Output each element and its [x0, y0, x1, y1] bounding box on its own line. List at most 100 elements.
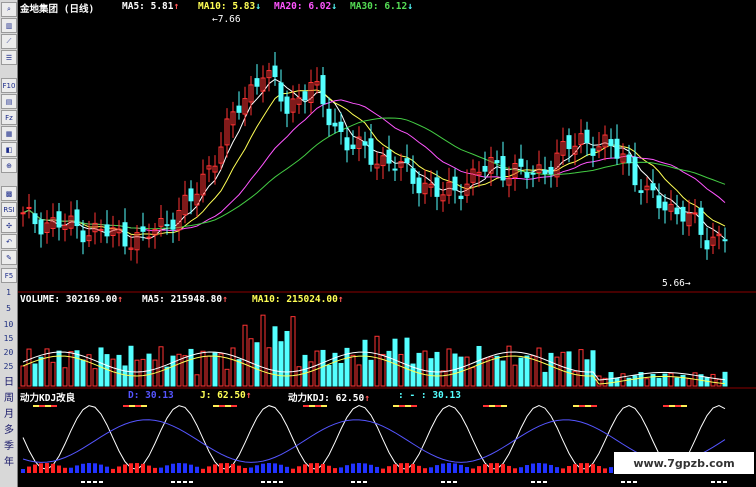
kdj-histogram-bar	[21, 469, 25, 473]
kdj-signal-strip	[129, 405, 135, 407]
candle-body	[278, 82, 284, 102]
undo-icon[interactable]: ↶	[1, 234, 17, 249]
volume-bar	[20, 365, 26, 387]
kdj-histogram-bar	[309, 463, 313, 473]
volume-label: VOLUME: 302169.00↑	[20, 294, 123, 305]
f5-icon[interactable]: F5	[1, 268, 17, 283]
kdj-histogram-bar	[207, 466, 211, 473]
ma5-line	[22, 78, 726, 240]
kdj-histogram-bar	[39, 463, 43, 473]
search-icon[interactable]: ⌕	[1, 2, 17, 17]
chart-canvas	[18, 51, 756, 483]
kdj-histogram-bar	[513, 468, 517, 473]
period-day[interactable]: 日	[1, 376, 17, 390]
period-month[interactable]: 月	[1, 408, 17, 422]
candle-body	[584, 129, 590, 144]
vol-ma10-value: MA10: 215024.00	[252, 294, 338, 305]
kdj-signal-strip	[225, 405, 231, 407]
kdj-histogram-bar	[75, 465, 79, 473]
ma10-line	[22, 89, 726, 236]
period-week[interactable]: 周	[1, 392, 17, 406]
indicator-icon[interactable]: ▤	[1, 94, 17, 109]
kdj-histogram-bar	[489, 463, 493, 473]
chart-icon[interactable]: ▥	[1, 18, 17, 33]
kdj-histogram-bar	[363, 463, 367, 473]
kdj-histogram-bar	[423, 468, 427, 473]
kdj-histogram-bar	[183, 463, 187, 473]
kdj-histogram-bar	[357, 463, 361, 473]
kdj-bottom-marker	[189, 481, 193, 483]
zoom-icon[interactable]: ⊕	[1, 158, 17, 173]
volume-bar	[320, 349, 326, 387]
volume-bar	[224, 368, 230, 387]
volume-bar	[464, 356, 470, 387]
vol-ma5-value: MA5: 215948.80	[142, 294, 223, 305]
kdj-histogram-bar	[315, 463, 319, 473]
kdj-histogram-bar	[45, 463, 49, 473]
candle-body	[614, 138, 620, 159]
kdj-signal-strip	[123, 405, 129, 407]
kdj-histogram-bar	[507, 465, 511, 473]
kdj-bottom-marker	[627, 481, 631, 483]
kdj-histogram-bar	[123, 464, 127, 473]
volume-bar	[524, 355, 530, 387]
period-year[interactable]: 年	[1, 456, 17, 470]
volume-bar	[122, 365, 128, 387]
kdj-signal-strip	[669, 405, 675, 407]
kdj-signal-strip	[219, 405, 225, 407]
kdj-histogram-bar	[375, 466, 379, 473]
period-multi[interactable]: 多	[1, 424, 17, 438]
kdj-histogram-bar	[255, 465, 259, 473]
candle-body	[494, 160, 500, 164]
kdj-histogram-bar	[303, 464, 307, 473]
high-price-value: 7.66	[217, 14, 241, 25]
kdj-histogram-bar	[429, 467, 433, 473]
volume-bar	[578, 349, 584, 387]
kdj-bottom-marker	[81, 481, 85, 483]
volume-bar	[140, 358, 146, 387]
volume-bar	[440, 370, 446, 387]
ma5-arrow: ↑	[173, 1, 180, 12]
grid-icon[interactable]: ▩	[1, 186, 17, 201]
ma5-value: 5.81	[150, 1, 174, 12]
candle-body	[32, 213, 38, 225]
kdj-signal-strip	[675, 405, 681, 407]
kdj-histogram-bar	[333, 468, 337, 473]
kdj-histogram-bar	[153, 467, 157, 473]
kdj-histogram-bar	[273, 463, 277, 473]
kdj-signal-strip	[315, 405, 321, 407]
pen-icon[interactable]: ✎	[1, 250, 17, 265]
kline-chart-area[interactable]: 金地集团 (日线) MA5: 5.81↑ MA10: 5.83↓ MA20: 6…	[18, 0, 756, 487]
volume-bar	[470, 367, 476, 387]
kdj-histogram-bar	[441, 463, 445, 473]
volume-axis-label-1: 1	[6, 288, 11, 297]
ruler-icon[interactable]: ◧	[1, 142, 17, 157]
kdj-histogram-bar	[501, 464, 505, 473]
kdj-bottom-marker	[633, 481, 637, 483]
volume-bar	[356, 364, 362, 387]
volume-bar	[308, 361, 314, 387]
volume-bar	[194, 374, 200, 387]
candle-body	[566, 135, 572, 150]
draw-icon[interactable]: ▦	[1, 126, 17, 141]
fz-icon[interactable]: Fz	[1, 110, 17, 125]
kdj-bottom-marker	[723, 481, 727, 483]
list-icon[interactable]: ☰	[1, 50, 17, 65]
kdj-bottom-marker	[171, 481, 175, 483]
candle-body	[272, 65, 278, 78]
period-season[interactable]: 季	[1, 440, 17, 454]
candle-body	[254, 78, 260, 87]
candle-body	[326, 108, 332, 126]
kdj-histogram-bar	[189, 464, 193, 473]
line-icon[interactable]: ⟋	[1, 34, 17, 49]
kdj-signal-strip	[135, 405, 141, 407]
kdj-histogram-bar	[597, 466, 601, 473]
move-icon[interactable]: ✣	[1, 218, 17, 233]
candle-body	[410, 168, 416, 184]
rsi-icon[interactable]: RSI	[1, 202, 17, 217]
volume-axis-label-15: 15	[3, 334, 14, 343]
candle-body	[416, 177, 422, 194]
kdj-signal-strip	[483, 405, 489, 407]
volume-bar	[212, 352, 218, 387]
f10-icon[interactable]: F10	[1, 78, 17, 93]
